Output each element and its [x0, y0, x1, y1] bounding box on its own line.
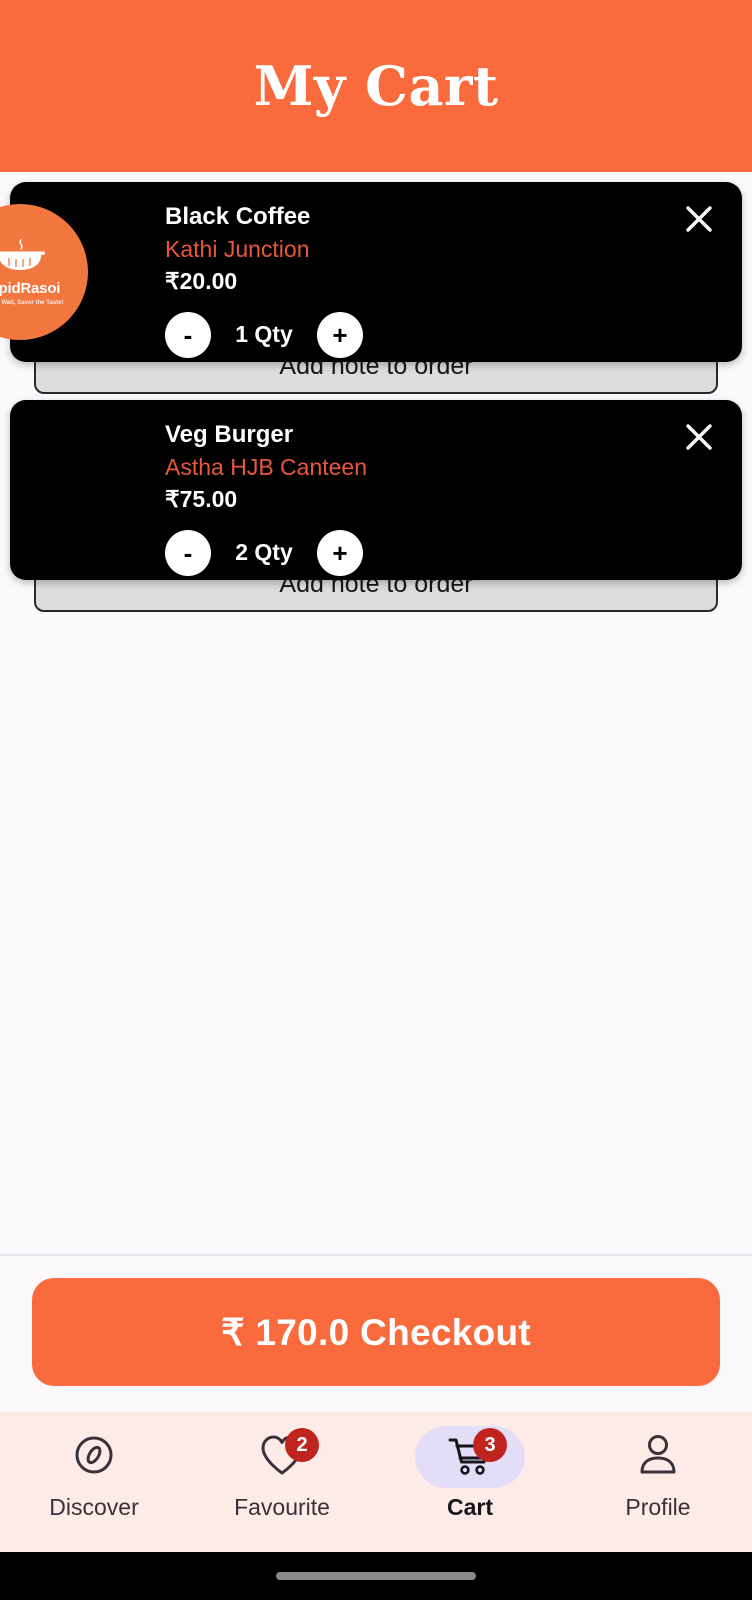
- cart-item-list: RapidRasoi Skip the Wait, Savor the Tast…: [0, 172, 752, 1254]
- nav-label-profile: Profile: [625, 1494, 691, 1520]
- home-indicator[interactable]: [276, 1572, 476, 1580]
- decrement-quantity-button[interactable]: -: [165, 529, 211, 576]
- checkout-button[interactable]: ₹ 170.0 Checkout: [32, 1278, 720, 1386]
- nav-label-cart: Cart: [446, 1494, 493, 1520]
- cart-item-vendor: Astha HJB Canteen: [165, 454, 368, 481]
- cart-entry: Veg Burger Astha HJB Canteen ₹75.00 - 2 …: [0, 400, 752, 612]
- quantity-value: 2 Qty: [235, 539, 293, 566]
- page-title: My Cart: [253, 54, 499, 118]
- nav-icon-wrap: 2: [227, 1426, 337, 1488]
- quantity-value: 1 Qty: [235, 321, 293, 348]
- cart-item-name: Veg Burger: [165, 421, 294, 448]
- steaming-bowl-icon: [0, 238, 49, 277]
- cart-badge: 3: [473, 1428, 507, 1462]
- cart-item-price: ₹20.00: [165, 268, 238, 295]
- nav-label-discover: Discover: [49, 1494, 139, 1520]
- cart-item-details: Veg Burger Astha HJB Canteen ₹75.00 - 2 …: [165, 421, 672, 576]
- nav-icon-wrap: 3: [415, 1426, 525, 1488]
- person-icon: [632, 1429, 684, 1486]
- compass-icon: [68, 1429, 120, 1486]
- close-icon: [682, 420, 716, 459]
- cart-item-price: ₹75.00: [165, 486, 238, 513]
- increment-quantity-button[interactable]: +: [317, 529, 363, 576]
- quantity-stepper: - 1 Qty +: [165, 311, 672, 358]
- app-screen: My Cart pidRasoi Wait, Savor the Taste! …: [0, 0, 752, 1600]
- bottom-navigation: Discover 2 Favourite 3 Cart Profile: [0, 1412, 752, 1552]
- nav-item-favourite[interactable]: 2 Favourite: [188, 1426, 376, 1521]
- remove-item-button[interactable]: [678, 418, 720, 460]
- cart-entry: RapidRasoi Skip the Wait, Savor the Tast…: [0, 182, 752, 394]
- close-icon: [682, 202, 716, 241]
- cart-item-name: Black Coffee: [165, 203, 311, 230]
- system-navigation-bar: [0, 1552, 752, 1600]
- favourite-badge: 2: [285, 1428, 319, 1462]
- cart-item-card[interactable]: RapidRasoi Skip the Wait, Savor the Tast…: [0, 182, 742, 362]
- cart-item-details: Black Coffee Kathi Junction ₹20.00 - 1 Q…: [165, 203, 672, 358]
- decrement-quantity-button[interactable]: -: [165, 311, 211, 358]
- nav-item-discover[interactable]: Discover: [0, 1426, 188, 1521]
- page-header: My Cart: [0, 0, 752, 172]
- nav-icon-wrap: [603, 1426, 713, 1488]
- vendor-logo: RapidRasoi Skip the Wait, Savor the Tast…: [0, 204, 88, 340]
- vendor-logo-tagline: Skip the Wait, Savor the Taste!: [0, 300, 64, 306]
- nav-label-favourite: Favourite: [234, 1494, 330, 1520]
- vendor-logo-name: RapidRasoi: [0, 280, 61, 297]
- increment-quantity-button[interactable]: +: [317, 311, 363, 358]
- remove-item-button[interactable]: [678, 200, 720, 242]
- quantity-stepper: - 2 Qty +: [165, 529, 672, 576]
- nav-icon-wrap: [39, 1426, 149, 1488]
- checkout-bar: ₹ 170.0 Checkout: [0, 1254, 752, 1412]
- nav-item-cart[interactable]: 3 Cart: [376, 1426, 564, 1521]
- cart-item-vendor: Kathi Junction: [165, 236, 310, 263]
- nav-item-profile[interactable]: Profile: [564, 1426, 752, 1521]
- cart-item-card[interactable]: Veg Burger Astha HJB Canteen ₹75.00 - 2 …: [10, 400, 742, 580]
